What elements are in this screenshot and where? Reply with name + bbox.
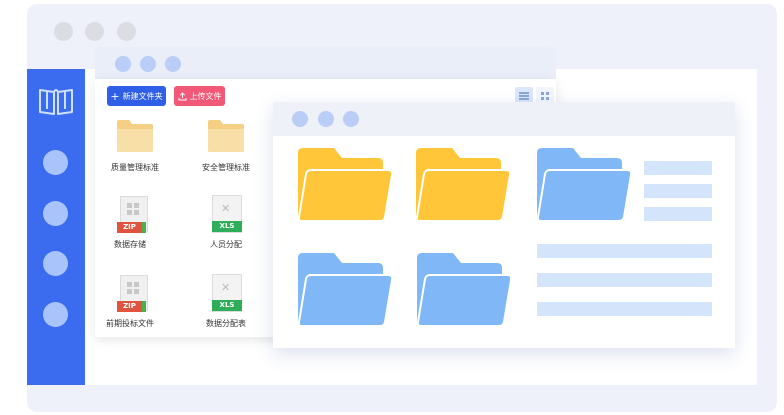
file-item[interactable]: 质量管理标准	[95, 115, 175, 177]
folder-icon	[117, 120, 153, 152]
file-name: 前期投标文件	[106, 319, 154, 328]
xls-badge: XLS	[212, 300, 242, 311]
placeholder-bar	[644, 207, 712, 221]
sidebar-nav-item[interactable]	[43, 251, 68, 276]
folder-icon[interactable]	[414, 147, 512, 223]
zip-badge: ZIP	[117, 301, 142, 312]
xls-badge: XLS	[212, 221, 242, 232]
file-name: 安全管理标准	[202, 163, 250, 172]
book-icon[interactable]	[38, 87, 74, 115]
file-item[interactable]: ✕ XLS 人员分配	[186, 193, 266, 255]
file-name: 数据存储	[114, 240, 146, 249]
placeholder-bar	[644, 161, 712, 175]
sidebar-nav-item[interactable]	[43, 302, 68, 327]
x-mark: ✕	[221, 202, 231, 215]
window-dot	[292, 111, 308, 127]
new-folder-label: 新建文件夹	[122, 91, 163, 101]
file-name: 数据分配表	[206, 319, 246, 328]
file-item[interactable]: 安全管理标准	[186, 115, 266, 177]
file-item[interactable]: ✕ XLS 数据分配表	[186, 272, 266, 334]
sidebar	[27, 69, 85, 385]
placeholder-bar	[537, 302, 712, 316]
folder-icon[interactable]	[535, 147, 633, 223]
window-dot	[140, 56, 156, 72]
file-stripe	[142, 222, 146, 233]
window-dot	[54, 22, 73, 41]
file-item[interactable]: ZIP 数据存储	[95, 193, 175, 255]
window-dot	[115, 56, 131, 72]
plus-icon: +	[110, 89, 120, 103]
window-dot	[85, 22, 104, 41]
upload-file-button[interactable]: 上传文件	[174, 86, 225, 106]
sidebar-nav-item[interactable]	[43, 201, 68, 226]
window-dot	[165, 56, 181, 72]
folder-icon[interactable]	[296, 252, 394, 328]
upload-file-label: 上传文件	[189, 91, 222, 101]
placeholder-bar	[644, 184, 712, 198]
zip-badge: ZIP	[117, 222, 142, 233]
window-dot	[343, 111, 359, 127]
folder-icon[interactable]	[296, 147, 394, 223]
file-item[interactable]: ZIP 前期投标文件	[95, 272, 175, 334]
folder-icon	[208, 120, 244, 152]
file-name: 质量管理标准	[111, 163, 159, 172]
upload-icon	[178, 91, 186, 100]
new-folder-button[interactable]: + 新建文件夹	[107, 86, 166, 106]
placeholder-bar	[537, 273, 712, 287]
sidebar-nav-item[interactable]	[43, 150, 68, 175]
x-mark: ✕	[221, 281, 231, 294]
placeholder-bar	[537, 244, 712, 258]
window-dot	[318, 111, 334, 127]
file-stripe	[142, 301, 146, 312]
folder-icon[interactable]	[415, 252, 513, 328]
file-name: 人员分配	[210, 240, 242, 249]
window-dot	[117, 22, 136, 41]
